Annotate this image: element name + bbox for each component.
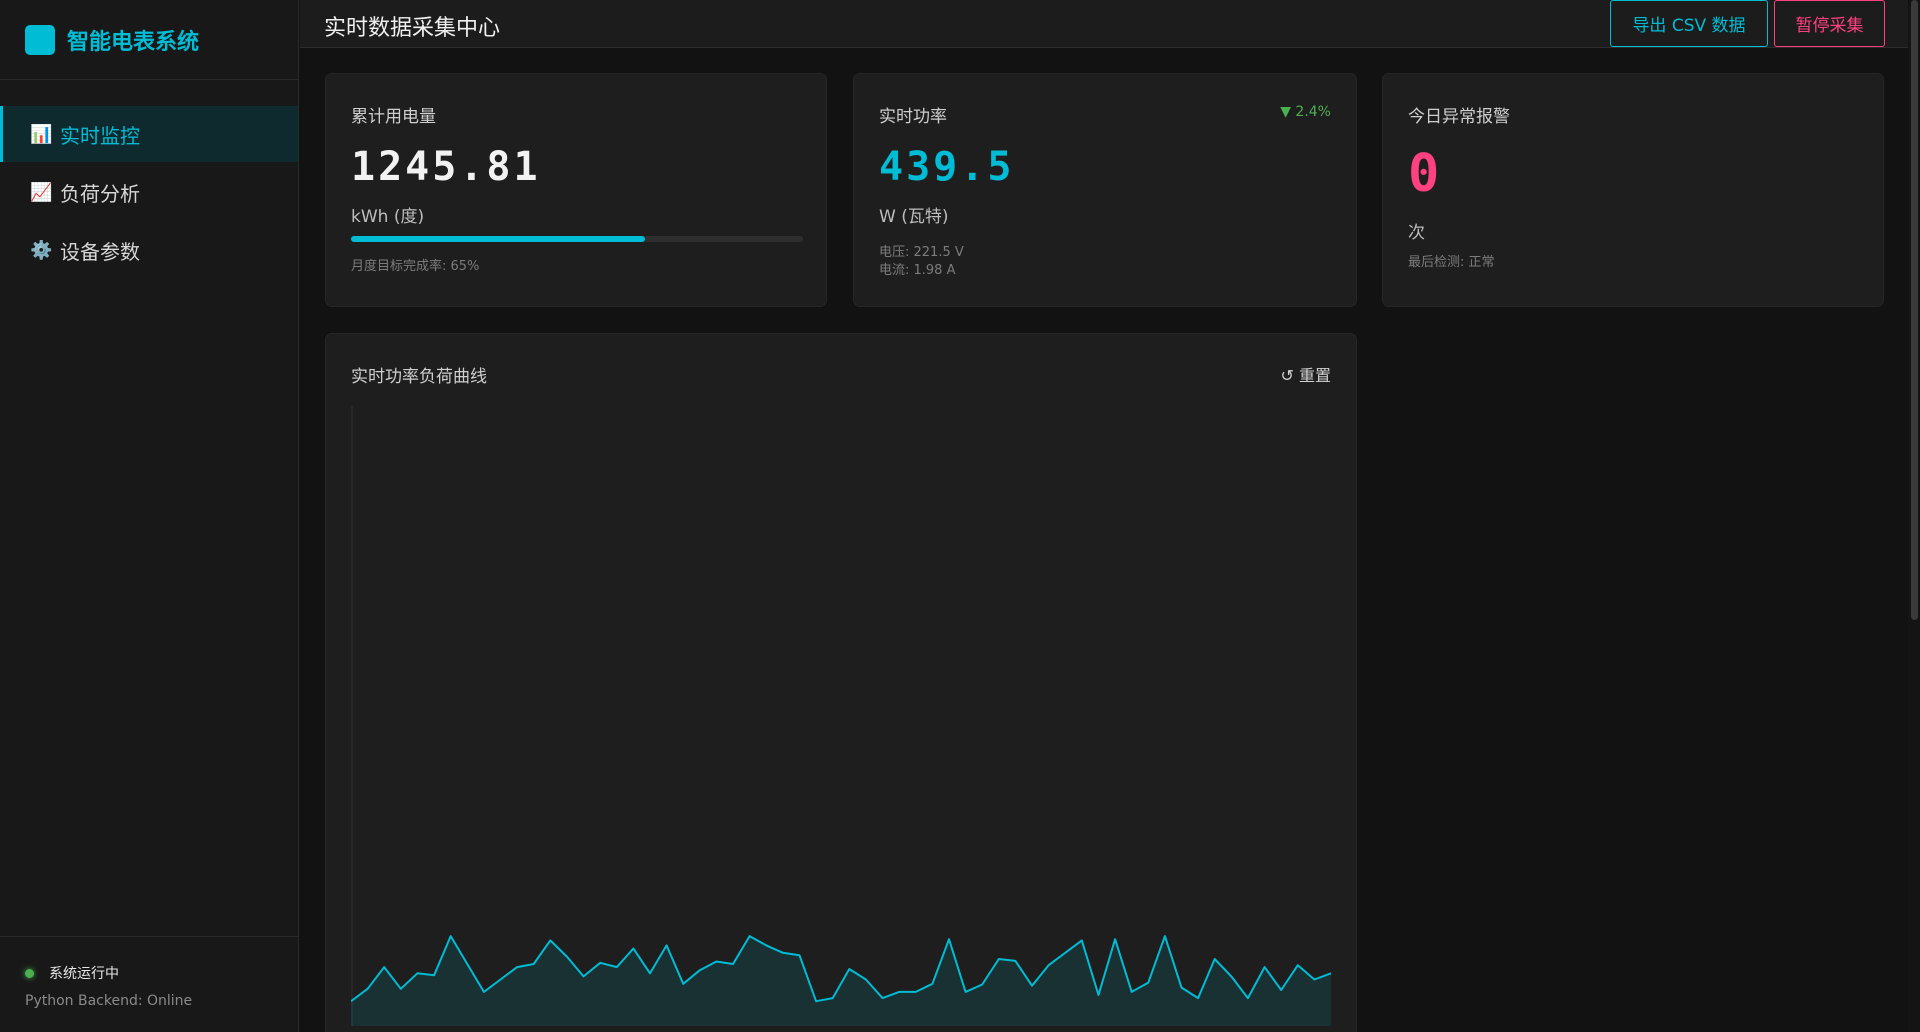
pause-collection-button[interactable]: 暂停采集: [1774, 0, 1885, 47]
power-trend-badge: ▼ 2.4%: [1280, 104, 1331, 120]
monthly-progress-fill: [351, 236, 645, 242]
line-chart-icon: 📈: [30, 181, 53, 203]
alarm-unit: 次: [1408, 223, 1425, 243]
backend-status: Python Backend: Online: [25, 993, 193, 1009]
voltage-readout: 电压: 221.5 V: [879, 245, 964, 260]
system-status: 系统运行中: [25, 963, 299, 983]
energy-label: 累计用电量: [351, 107, 436, 127]
sidebar-item-realtime-monitor[interactable]: 📊 实时监控: [0, 106, 298, 162]
power-card: 实时功率 ▼ 2.4% 439.5 W (瓦特) 电压: 221.5 V 电流:…: [853, 73, 1357, 307]
alarm-card: 今日异常报警 0 次 最后检测: 正常: [1382, 73, 1884, 307]
chart-title: 实时功率负荷曲线: [351, 367, 487, 387]
export-csv-button[interactable]: 导出 CSV 数据: [1610, 0, 1768, 47]
energy-unit: kWh (度): [351, 207, 425, 227]
last-check-text: 最后检测: 正常: [1408, 255, 1495, 270]
power-unit: W (瓦特): [879, 207, 949, 227]
monthly-progress-bar: [351, 236, 803, 242]
sidebar-item-label: 实时监控: [60, 123, 140, 148]
status-dot-icon: [25, 968, 34, 978]
power-chart-card: 实时功率负荷曲线 ↺ 重置: [325, 333, 1357, 1032]
energy-value: 1245.81: [351, 144, 541, 190]
energy-card: 累计用电量 1245.81 kWh (度) 月度目标完成率: 65%: [325, 73, 827, 307]
sidebar-item-label: 设备参数: [60, 239, 140, 264]
scrollbar-thumb[interactable]: [1911, 0, 1918, 620]
power-label: 实时功率: [879, 107, 947, 127]
power-chart: [351, 406, 1331, 1026]
gear-icon: ⚙️: [30, 239, 53, 261]
brand-title: 智能电表系统: [67, 29, 200, 55]
power-value: 439.5: [879, 144, 1015, 190]
bar-chart-icon: 📊: [30, 123, 53, 145]
alarm-label: 今日异常报警: [1408, 107, 1510, 127]
brand: 智能电表系统: [0, 0, 298, 80]
alarm-count: 0: [1408, 144, 1440, 204]
system-status-text: 系统运行中: [49, 966, 119, 982]
topbar: 实时数据采集中心 导出 CSV 数据 暂停采集: [300, 0, 1908, 48]
sidebar-item-device-params[interactable]: ⚙️ 设备参数: [0, 222, 298, 278]
sidebar-footer: 系统运行中 Python Backend: Online: [0, 936, 299, 1032]
sidebar: 智能电表系统 📊 实时监控 📈 负荷分析 ⚙️ 设备参数 系统运行中 Pytho…: [0, 0, 299, 1032]
sidebar-item-load-analysis[interactable]: 📈 负荷分析: [0, 164, 298, 220]
sidebar-nav: 📊 实时监控 📈 负荷分析 ⚙️ 设备参数: [0, 106, 298, 278]
page-title: 实时数据采集中心: [324, 16, 501, 41]
brand-logo: [25, 24, 55, 55]
sidebar-item-label: 负荷分析: [60, 181, 140, 206]
reset-chart-button[interactable]: ↺ 重置: [1281, 362, 1332, 386]
current-readout: 电流: 1.98 A: [879, 263, 956, 278]
monthly-progress-text: 月度目标完成率: 65%: [351, 259, 480, 274]
